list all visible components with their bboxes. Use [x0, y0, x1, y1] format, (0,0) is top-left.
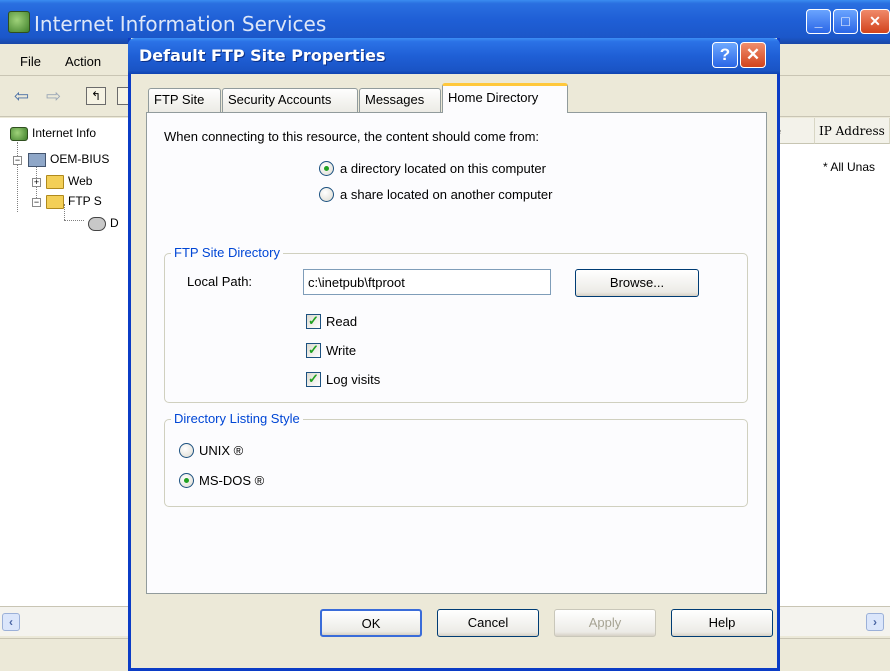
ftp-site-icon — [88, 216, 106, 231]
content-source-prompt: When connecting to this resource, the co… — [164, 129, 540, 144]
tree-item-default-ftp[interactable]: D — [88, 214, 119, 232]
tree-item-label: D — [110, 216, 119, 230]
minimize-icon[interactable]: _ — [806, 9, 831, 34]
help-button[interactable]: Help — [671, 609, 773, 637]
help-icon[interactable]: ? — [712, 42, 738, 68]
collapse-icon[interactable]: − — [13, 156, 22, 165]
directory-listing-style-group: Directory Listing Style UNIX ® MS-DOS ® — [164, 411, 748, 507]
menu-file[interactable]: File — [20, 54, 41, 69]
radio-ms-dos[interactable] — [179, 473, 194, 488]
tab-security-accounts[interactable]: Security Accounts — [222, 88, 358, 112]
collapse-icon[interactable]: − — [32, 198, 41, 207]
iis-app-icon — [8, 11, 30, 33]
ftp-site-directory-group: FTP Site Directory Local Path: Browse...… — [164, 245, 748, 403]
browse-button[interactable]: Browse... — [575, 269, 699, 297]
home-directory-panel: When connecting to this resource, the co… — [146, 112, 767, 594]
group-title-directory-listing-style: Directory Listing Style — [171, 411, 303, 426]
tree-item-computer[interactable]: OEM-BIUS — [28, 150, 109, 168]
write-checkbox[interactable] — [306, 342, 321, 358]
group-title-ftp-site-directory: FTP Site Directory — [171, 245, 283, 260]
list-pane[interactable]: e IP Address * All Unas — [770, 118, 890, 606]
column-header-ip[interactable]: IP Address — [815, 118, 890, 144]
radio-network-share[interactable] — [319, 187, 334, 202]
tree-pane[interactable]: Internet Info − OEM-BIUS + Web − FTP S D — [0, 118, 130, 606]
dialog-title-bar[interactable]: Default FTP Site Properties ? ✕ — [128, 38, 780, 74]
computer-icon — [28, 152, 46, 167]
tree-item-iis-root[interactable]: Internet Info — [10, 124, 96, 142]
tab-ftp-site[interactable]: FTP Site — [148, 88, 221, 112]
radio-label-unix[interactable]: UNIX ® — [199, 443, 243, 458]
back-arrow-icon[interactable]: ⇦ — [14, 86, 29, 107]
tab-home-directory[interactable]: Home Directory — [442, 83, 568, 113]
list-cell-ip: * All Unas — [823, 160, 876, 174]
radio-unix[interactable] — [179, 443, 194, 458]
up-folder-icon[interactable]: ↰ — [86, 87, 106, 105]
scroll-left-icon[interactable]: ‹ — [2, 613, 20, 631]
read-label[interactable]: Read — [326, 314, 357, 329]
scroll-right-icon[interactable]: › — [866, 613, 884, 631]
main-window-title: Internet Information Services — [34, 12, 327, 36]
log-visits-checkbox[interactable] — [306, 371, 321, 387]
tree-connector — [17, 142, 18, 212]
folder-icon — [46, 194, 64, 209]
radio-label-ms-dos[interactable]: MS-DOS ® — [199, 473, 264, 488]
tree-item-label: FTP S — [68, 194, 102, 208]
log-visits-label[interactable]: Log visits — [326, 372, 380, 387]
tab-messages[interactable]: Messages — [359, 88, 441, 112]
dialog-title: Default FTP Site Properties — [139, 46, 386, 65]
ftp-properties-dialog: Default FTP Site Properties ? ✕ FTP Site… — [128, 38, 780, 671]
tree-item-ftp-sites[interactable]: FTP S — [46, 192, 102, 210]
folder-icon — [46, 174, 64, 189]
tree-item-label: Internet Info — [32, 126, 97, 140]
tree-item-label: OEM-BIUS — [50, 152, 110, 166]
tree-item-web-sites[interactable]: Web — [46, 172, 92, 190]
forward-arrow-icon[interactable]: ⇨ — [46, 86, 61, 107]
close-icon[interactable]: ✕ — [860, 9, 890, 34]
read-checkbox[interactable] — [306, 313, 321, 329]
menu-action[interactable]: Action — [65, 54, 101, 69]
iis-icon — [10, 126, 28, 141]
cancel-button[interactable]: Cancel — [437, 609, 539, 637]
radio-label-local-directory[interactable]: a directory located on this computer — [340, 161, 546, 176]
maximize-icon[interactable]: □ — [833, 9, 858, 34]
radio-local-directory[interactable] — [319, 161, 334, 176]
close-icon[interactable]: ✕ — [740, 42, 766, 68]
tree-item-label: Web — [68, 174, 93, 188]
local-path-input[interactable] — [303, 269, 551, 295]
radio-label-network-share[interactable]: a share located on another computer — [340, 187, 552, 202]
tree-connector — [64, 220, 84, 221]
apply-button[interactable]: Apply — [554, 609, 656, 637]
ok-button[interactable]: OK — [320, 609, 422, 637]
write-label[interactable]: Write — [326, 343, 356, 358]
local-path-label: Local Path: — [187, 274, 253, 289]
expand-icon[interactable]: + — [32, 178, 41, 187]
